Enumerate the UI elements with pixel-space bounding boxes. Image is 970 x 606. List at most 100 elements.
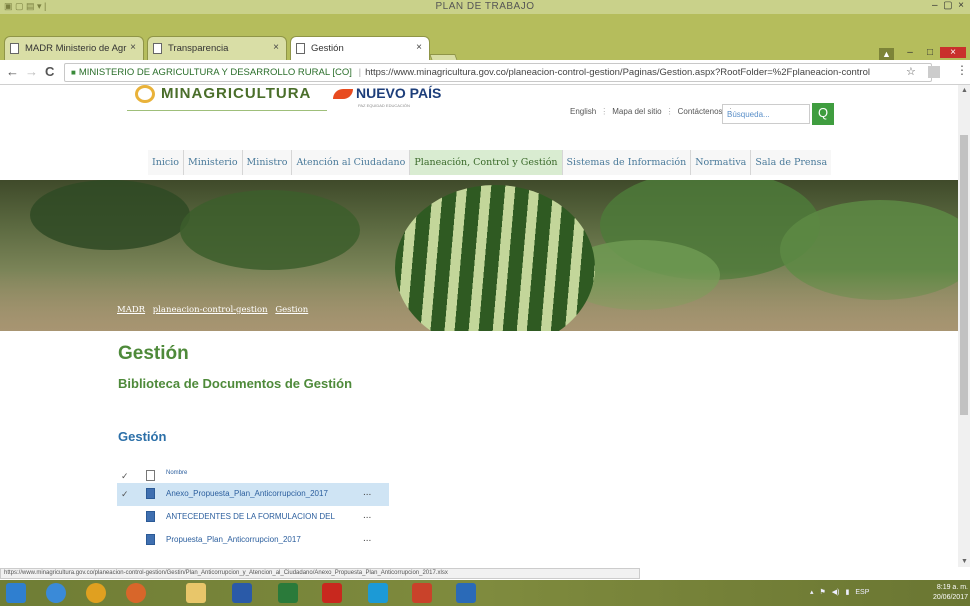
language-indicator[interactable]: ESP xyxy=(855,589,869,596)
main-navigation: Inicio Ministerio Ministro Atención al C… xyxy=(148,150,832,175)
tab-label: MADR Ministerio de Agr xyxy=(25,43,127,54)
more-options-button[interactable]: ... xyxy=(363,487,371,498)
nav-planeacion[interactable]: Planeación, Control y Gestión xyxy=(410,150,563,175)
system-clock[interactable]: 8:19 a. m. 20/06/2017 xyxy=(928,583,968,603)
utility-links: English ⋮ Mapa del sitio ⋮ Contáctenos ⋮ xyxy=(570,107,735,116)
link-english[interactable]: English xyxy=(570,107,596,116)
scroll-up-icon[interactable]: ▲ xyxy=(961,87,968,94)
search-input[interactable]: Búsqueda... xyxy=(722,104,810,124)
window-title-bar: ▣ ▢ ▤ ▾ | PLAN DE TRABAJO – ▢ × xyxy=(0,0,970,14)
file-explorer-icon[interactable] xyxy=(186,583,206,603)
minimize-button[interactable]: – xyxy=(900,47,920,58)
network-icon[interactable]: ▮ xyxy=(846,589,850,596)
minagricultura-logo[interactable]: MINAGRICULTURA xyxy=(127,85,327,111)
nav-ministro[interactable]: Ministro xyxy=(243,150,293,175)
scrollbar-thumb[interactable] xyxy=(960,135,968,415)
outlook-icon[interactable] xyxy=(456,583,476,603)
maximize-button[interactable]: □ xyxy=(920,47,940,58)
excel-file-icon xyxy=(146,511,155,522)
page-icon xyxy=(296,43,305,54)
page-scrollbar[interactable]: ▲ ▼ xyxy=(958,85,970,567)
column-name-header[interactable]: Nombre xyxy=(166,470,187,476)
browser-toolbar: ← → C ■ MINISTERIO DE AGRICULTURA Y DESAR… xyxy=(0,60,970,85)
nav-sistemas[interactable]: Sistemas de Información xyxy=(563,150,692,175)
select-all-checkbox[interactable]: ✓ xyxy=(121,471,131,482)
nav-normativa[interactable]: Normativa xyxy=(691,150,752,175)
window-controls[interactable]: – ▢ × xyxy=(932,0,964,11)
word-icon[interactable] xyxy=(232,583,252,603)
library-title: Biblioteca de Documentos de Gestión xyxy=(118,376,353,391)
acrobat-icon[interactable] xyxy=(322,583,342,603)
volume-icon[interactable]: ◀) xyxy=(832,589,840,596)
document-name[interactable]: ANTECEDENTES DE LA FORMULACION DEL xyxy=(166,512,335,521)
tab-strip: MADR Ministerio de Agr × Transparencia ×… xyxy=(0,14,970,69)
tab-label: Gestión xyxy=(311,43,344,54)
address-bar[interactable]: ■ MINISTERIO DE AGRICULTURA Y DESARROLLO … xyxy=(64,63,932,82)
row-checkbox[interactable]: ✓ xyxy=(121,489,131,500)
list-item[interactable]: ✓ Anexo_Propuesta_Plan_Anticorrupcion_20… xyxy=(117,483,389,506)
lock-icon: ■ xyxy=(71,68,76,77)
list-header: ✓ Nombre xyxy=(117,465,389,483)
tab-gestion[interactable]: Gestión × xyxy=(290,36,430,60)
forward-icon[interactable]: → xyxy=(25,64,38,79)
more-options-button[interactable]: ... xyxy=(363,533,371,544)
firefox-icon[interactable] xyxy=(126,583,146,603)
watermelon-image xyxy=(395,185,595,331)
close-button[interactable]: × xyxy=(940,47,966,58)
file-type-icon xyxy=(146,470,155,481)
breadcrumb-madr[interactable]: MADR xyxy=(117,305,145,315)
swoosh-icon xyxy=(333,89,353,100)
skype-icon[interactable] xyxy=(368,583,388,603)
flag-icon[interactable]: ⚑ xyxy=(820,589,826,596)
document-name[interactable]: Anexo_Propuesta_Plan_Anticorrupcion_2017 xyxy=(166,489,328,498)
browser-window-controls: – □ × xyxy=(900,47,966,61)
menu-icon[interactable]: ⋮ xyxy=(956,63,968,77)
system-tray: ▴ ⚑ ◀) ▮ ESP xyxy=(810,588,875,596)
link-mapa-del-sitio[interactable]: Mapa del sitio xyxy=(612,107,661,116)
page-title: Gestión xyxy=(118,343,189,364)
link-status-bar: https://www.minagricultura.gov.co/planea… xyxy=(0,568,640,579)
emblem-icon xyxy=(135,85,155,104)
tab-madr[interactable]: MADR Ministerio de Agr × xyxy=(4,36,144,60)
chrome-icon[interactable] xyxy=(86,583,106,603)
document-name[interactable]: Propuesta_Plan_Anticorrupcion_2017 xyxy=(166,535,301,544)
url-text: https://www.minagricultura.gov.co/planea… xyxy=(365,67,870,78)
breadcrumb: MADR planeacion-control-gestion Gestion xyxy=(117,305,313,315)
excel-file-icon xyxy=(146,488,155,499)
web-page: MINAGRICULTURA NUEVO PAÍS PAZ EQUIDAD ED… xyxy=(0,85,958,567)
nav-inicio[interactable]: Inicio xyxy=(148,150,184,175)
list-item[interactable]: Propuesta_Plan_Anticorrupcion_2017 ... xyxy=(117,529,389,552)
close-icon[interactable]: × xyxy=(273,42,279,53)
windows-start-icon[interactable] xyxy=(6,583,26,603)
link-contactenos[interactable]: Contáctenos xyxy=(678,107,723,116)
breadcrumb-planeacion[interactable]: planeacion-control-gestion xyxy=(153,305,268,315)
clock-date: 20/06/2017 xyxy=(932,594,968,601)
reload-icon[interactable]: C xyxy=(45,64,54,79)
close-icon[interactable]: × xyxy=(130,42,136,53)
back-icon[interactable]: ← xyxy=(6,64,19,79)
notifications-icon[interactable]: ▴ xyxy=(810,589,814,596)
nav-atencion-ciudadano[interactable]: Atención al Ciudadano xyxy=(292,150,411,175)
more-options-button[interactable]: ... xyxy=(363,510,371,521)
powerpoint-icon[interactable] xyxy=(412,583,432,603)
search-button[interactable]: Q xyxy=(812,103,834,125)
excel-icon[interactable] xyxy=(278,583,298,603)
close-icon[interactable]: × xyxy=(416,42,422,53)
document-list: ✓ Nombre ✓ Anexo_Propuesta_Plan_Anticorr… xyxy=(117,465,389,552)
internet-explorer-icon[interactable] xyxy=(46,583,66,603)
nuevo-pais-logo[interactable]: NUEVO PAÍS PAZ EQUIDAD EDUCACIÓN xyxy=(333,85,443,111)
extension-icon[interactable] xyxy=(928,66,940,78)
nav-ministerio[interactable]: Ministerio xyxy=(184,150,243,175)
search-icon: Q xyxy=(817,105,829,120)
nav-sala-prensa[interactable]: Sala de Prensa xyxy=(751,150,831,175)
breadcrumb-gestion[interactable]: Gestion xyxy=(275,305,308,315)
scroll-down-icon[interactable]: ▼ xyxy=(961,558,968,565)
star-icon[interactable]: ☆ xyxy=(906,65,916,78)
section-title: Gestión xyxy=(118,429,167,444)
list-item[interactable]: ANTECEDENTES DE LA FORMULACION DEL ... xyxy=(117,506,389,529)
page-icon xyxy=(10,43,19,54)
clock-time: 8:19 a. m. xyxy=(936,584,968,591)
tab-transparencia[interactable]: Transparencia × xyxy=(147,36,287,60)
site-identity: MINISTERIO DE AGRICULTURA Y DESARROLLO R… xyxy=(78,67,352,78)
tab-label: Transparencia xyxy=(168,43,229,54)
